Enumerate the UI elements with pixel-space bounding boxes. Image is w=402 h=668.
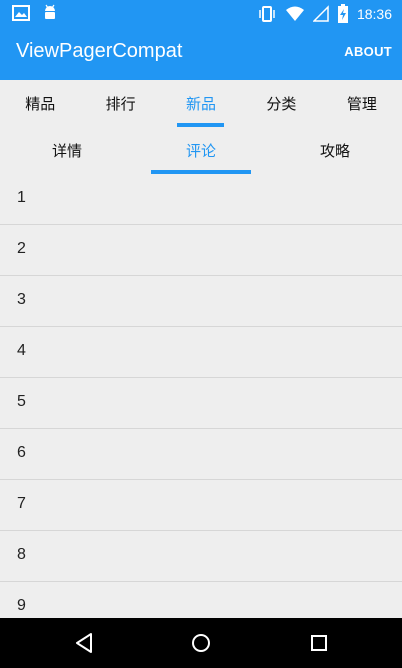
list-item-label: 8 — [17, 546, 26, 563]
top-tab-indicator — [177, 123, 224, 127]
tab-fenlei[interactable]: 分类 — [241, 80, 321, 128]
battery-charging-icon — [337, 4, 349, 24]
list-item[interactable]: 7 — [0, 480, 402, 531]
item-list: 1 2 3 4 5 6 7 8 9 — [0, 174, 402, 633]
list-item[interactable]: 3 — [0, 276, 402, 327]
signal-icon — [312, 5, 329, 23]
list-item-label: 5 — [17, 393, 26, 410]
tab-pinglun[interactable]: 评论 — [134, 128, 268, 174]
about-button[interactable]: ABOUT — [344, 44, 392, 59]
status-bar: 18:36 — [0, 0, 402, 28]
android-icon — [42, 4, 58, 22]
tab-paihang[interactable]: 排行 — [80, 80, 160, 128]
tab-jingpin[interactable]: 精品 — [0, 80, 80, 128]
list-item-label: 1 — [17, 189, 26, 206]
status-time: 18:36 — [356, 6, 392, 22]
list-item-label: 4 — [17, 342, 26, 359]
top-tab-bar: 精品 排行 新品 分类 管理 — [0, 80, 402, 128]
image-notification-icon — [12, 5, 30, 21]
tab-xinpin[interactable]: 新品 — [161, 80, 241, 128]
sub-tab-bar: 详情 评论 攻略 — [0, 128, 402, 174]
vibrate-icon — [257, 5, 277, 23]
list-item-label: 9 — [17, 597, 26, 614]
list-item-label: 6 — [17, 444, 26, 461]
back-icon[interactable] — [74, 632, 94, 658]
tab-xiangqing[interactable]: 详情 — [0, 128, 134, 174]
app-title: ViewPagerCompat — [16, 40, 183, 62]
list-item[interactable]: 6 — [0, 429, 402, 480]
list-item-label: 3 — [17, 291, 26, 308]
tab-guanli[interactable]: 管理 — [322, 80, 402, 128]
navigation-bar — [0, 618, 402, 668]
app-bar: ViewPagerCompat ABOUT — [0, 28, 402, 80]
list-item-label: 7 — [17, 495, 26, 512]
list-item[interactable]: 4 — [0, 327, 402, 378]
home-icon[interactable] — [191, 632, 211, 658]
list-item-label: 2 — [17, 240, 26, 257]
list-item[interactable]: 5 — [0, 378, 402, 429]
wifi-icon — [285, 5, 305, 23]
list-item[interactable]: 2 — [0, 225, 402, 276]
list-item[interactable]: 8 — [0, 531, 402, 582]
list-item[interactable]: 1 — [0, 174, 402, 225]
tab-gonglue[interactable]: 攻略 — [268, 128, 402, 174]
recents-icon[interactable] — [309, 632, 329, 658]
